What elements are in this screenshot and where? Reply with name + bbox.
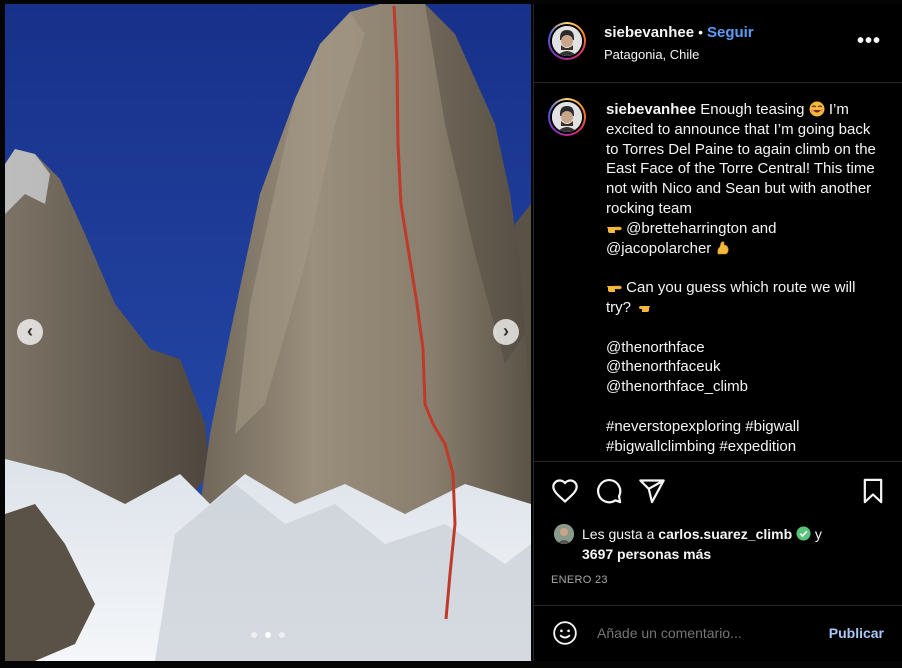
emoji-button[interactable] <box>552 620 580 648</box>
carousel-indicator <box>5 625 531 643</box>
mention-link[interactable]: @bretteharrington and <box>626 220 776 237</box>
likes-count-link[interactable]: 3697 personas más <box>582 546 711 562</box>
carousel-dot <box>279 632 286 638</box>
caption-paragraph: @bretteharrington and <box>606 219 876 239</box>
like-button[interactable] <box>551 477 579 505</box>
header-title-row: siebevanhee • Seguir <box>604 24 754 42</box>
post-window: ‹ › siebevanhee • Seguir Patagonia, Chil… <box>0 0 902 668</box>
location-link[interactable]: Patagonia, Chile <box>604 47 699 62</box>
caption-text: siebevanhee Enough teasing I’m excited t… <box>606 100 876 456</box>
heart-icon <box>552 479 578 504</box>
liker-username[interactable]: carlos.suarez_climb <box>658 526 792 542</box>
caption-section: siebevanhee Enough teasing I’m excited t… <box>534 83 902 461</box>
save-button[interactable] <box>859 477 887 505</box>
avatar[interactable] <box>548 22 586 60</box>
comment-button[interactable] <box>595 477 623 505</box>
share-button[interactable] <box>638 477 666 505</box>
post-header: siebevanhee • Seguir Patagonia, Chile ••• <box>534 4 902 83</box>
hashtags[interactable]: #neverstopexploring #bigwall #bigwallcli… <box>606 417 876 457</box>
liker-avatar-image <box>554 524 574 544</box>
more-options-icon[interactable]: ••• <box>857 30 881 53</box>
pointing-hand-icon <box>607 285 622 293</box>
caption-paragraph: @jacopolarcher <box>606 239 876 259</box>
flexed-biceps-icon <box>717 240 730 254</box>
separator-dot: • <box>698 24 703 40</box>
grin-emoji-icon <box>809 101 825 117</box>
mention-link[interactable]: @thenorthface_climb <box>606 377 876 397</box>
avatar-image <box>552 26 582 56</box>
caption-paragraph: Can you guess which route we will try? <box>606 278 876 318</box>
mountain-photo <box>5 4 531 661</box>
caption-username[interactable]: siebevanhee <box>606 101 696 118</box>
comment-box: Publicar <box>534 605 902 662</box>
caption-paragraph: siebevanhee Enough teasing I’m excited t… <box>606 100 876 219</box>
smiley-icon <box>553 621 577 645</box>
caption-line: Enough teasing <box>700 101 805 118</box>
comment-input[interactable] <box>595 624 799 642</box>
post-date: ENERO 23 <box>551 574 608 586</box>
avatar-image <box>552 102 582 132</box>
comment-icon <box>596 479 622 504</box>
post-panel: siebevanhee • Seguir Patagonia, Chile ••• <box>533 4 902 661</box>
follow-button[interactable]: Seguir <box>707 24 754 41</box>
bookmark-icon <box>863 478 883 504</box>
likes-prefix: Les gusta a <box>582 526 655 542</box>
carousel-next-button[interactable]: › <box>493 319 519 345</box>
post-photo: ‹ › <box>5 4 531 661</box>
pointing-hand-icon <box>607 226 622 233</box>
publish-button[interactable]: Publicar <box>829 625 884 641</box>
caption-avatar[interactable] <box>548 98 586 136</box>
share-icon <box>639 479 665 504</box>
caption-line: I’m excited to announce that I’m going b… <box>606 101 876 217</box>
actions-section: Les gusta a carlos.suarez_climb y 3697 p… <box>534 461 902 662</box>
mention-link[interactable]: @thenorthfaceuk <box>606 357 876 377</box>
mention-link[interactable]: @thenorthface <box>606 338 876 358</box>
verified-icon <box>796 526 811 541</box>
liker-avatar[interactable] <box>554 524 574 544</box>
backhand-pointing-icon <box>639 305 651 312</box>
username-link[interactable]: siebevanhee <box>604 24 694 41</box>
carousel-dot <box>250 632 257 638</box>
mention-link[interactable]: @jacopolarcher <box>606 240 711 257</box>
carousel-dot-active <box>265 632 271 638</box>
carousel-prev-button[interactable]: ‹ <box>17 319 43 345</box>
likes-conj: y <box>814 526 822 542</box>
